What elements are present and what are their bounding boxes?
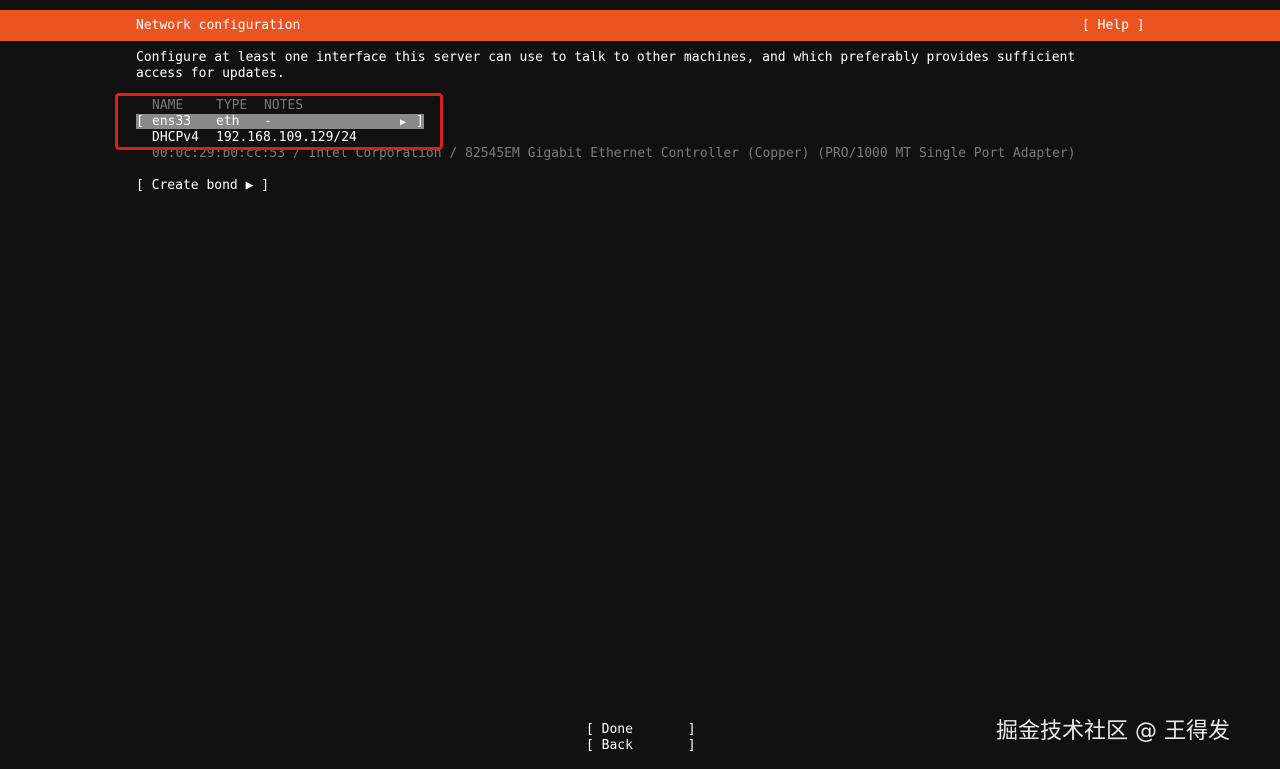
row-open-bracket: [: [136, 114, 144, 129]
ip-address: 192.168.109.129/24: [216, 130, 357, 145]
description-line-2: access for updates.: [136, 66, 285, 81]
column-header-name: NAME: [152, 98, 184, 113]
interface-notes: -: [264, 114, 272, 129]
row-close-bracket: ]: [416, 114, 424, 129]
hardware-info: 00:0c:29:b0:cc:53 / Intel Corporation / …: [152, 146, 1076, 161]
done-button[interactable]: [ Done ]: [586, 722, 696, 738]
address-method: DHCPv4: [152, 130, 199, 145]
column-header-notes: NOTES: [264, 98, 304, 113]
description-line-1: Configure at least one interface this se…: [136, 50, 1076, 65]
column-header-type: TYPE: [216, 98, 248, 113]
page-title: Network configuration: [136, 18, 301, 33]
create-bond-button[interactable]: [ Create bond ▶ ]: [136, 178, 269, 194]
interface-name: ens33: [152, 114, 192, 129]
header-bar: Network configuration [ Help ]: [0, 10, 1280, 41]
interface-row-ens33[interactable]: [ ens33 eth - ▶ ]: [136, 114, 424, 129]
chevron-right-icon: ▶: [400, 117, 407, 128]
interface-type: eth: [216, 114, 240, 129]
watermark: 掘金技术社区 @ 王得发: [996, 719, 1230, 744]
back-button[interactable]: [ Back ]: [586, 738, 696, 754]
help-button[interactable]: [ Help ]: [1082, 18, 1145, 34]
